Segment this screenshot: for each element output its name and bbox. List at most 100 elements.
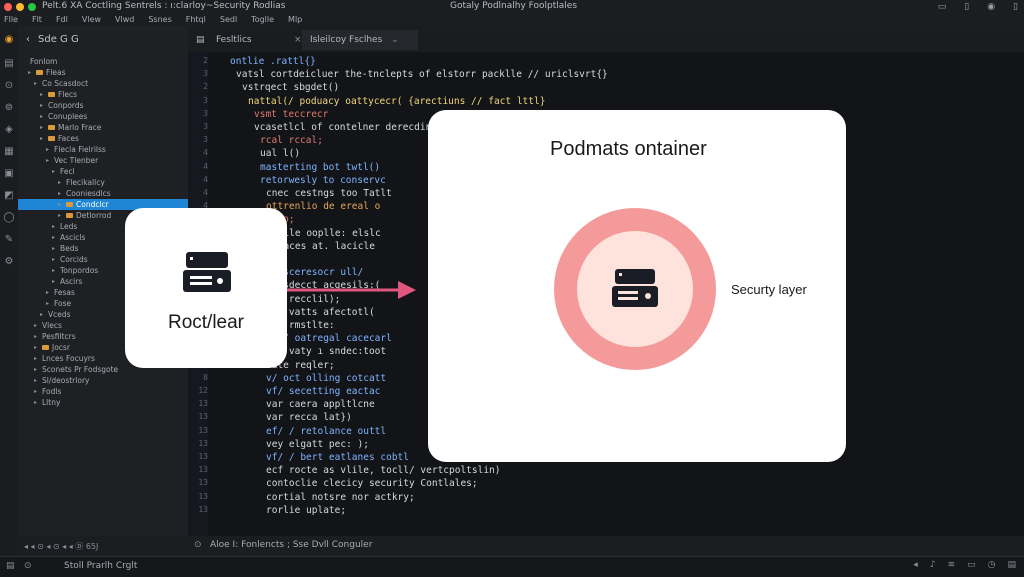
- chevron-right-icon[interactable]: ▸: [58, 188, 61, 199]
- menu-item[interactable]: Flt: [32, 14, 42, 26]
- code-line[interactable]: vstrqect sbgdet(): [242, 82, 339, 93]
- chevron-right-icon[interactable]: ▸: [40, 133, 43, 144]
- tree-item[interactable]: ▸ Co Scasdoct: [18, 78, 188, 89]
- menu-item[interactable]: Vlwd: [115, 14, 134, 26]
- tree-item[interactable]: ▸ Conuplees: [18, 111, 188, 122]
- chevron-right-icon[interactable]: ▸: [52, 254, 55, 265]
- code-line[interactable]: ontlie .rattl{}: [230, 56, 316, 67]
- chevron-right-icon[interactable]: ▸: [52, 265, 55, 276]
- code-line[interactable]: ef/ / retolance outtl: [266, 426, 386, 437]
- chevron-right-icon[interactable]: ▸: [52, 221, 55, 232]
- sync-icon[interactable]: ⊙: [24, 561, 32, 571]
- chevron-right-icon[interactable]: ▸: [34, 320, 37, 331]
- tree-item[interactable]: Fonlom: [18, 56, 188, 67]
- chevron-right-icon[interactable]: ▸: [46, 144, 49, 155]
- battery-icon[interactable]: ▭: [967, 560, 976, 570]
- menu-item[interactable]: Vlew: [82, 14, 101, 26]
- code-line[interactable]: ual l(): [260, 148, 300, 159]
- tree-item[interactable]: ▸ Fecl: [18, 166, 188, 177]
- status-icon[interactable]: ⊙: [194, 540, 202, 550]
- logo-icon[interactable]: ◉: [3, 34, 15, 46]
- chevron-right-icon[interactable]: ▸: [40, 89, 43, 100]
- code-line[interactable]: cnec cestngs too Tatlt: [266, 188, 392, 199]
- code-line[interactable]: retorwesly to conservc: [260, 175, 386, 186]
- code-line[interactable]: cortial notsre nor actkry;: [266, 492, 415, 503]
- code-line[interactable]: ealle ooplle: elslc: [272, 228, 381, 239]
- code-line[interactable]: masterting bot twtl(): [260, 162, 380, 173]
- tree-item[interactable]: ▸ Marlo Frace: [18, 122, 188, 133]
- menu-item[interactable]: Fdl: [56, 14, 68, 26]
- tree-item[interactable]: ▸ Faces: [18, 133, 188, 144]
- chevron-right-icon[interactable]: ▸: [34, 342, 37, 353]
- chevron-right-icon[interactable]: ▸: [34, 397, 37, 408]
- tab-close-icon[interactable]: ×: [286, 30, 302, 50]
- tree-item[interactable]: ▸ Fodls: [18, 386, 188, 397]
- menu-item[interactable]: Toglle: [251, 14, 274, 26]
- menu-item[interactable]: Fhtql: [186, 14, 206, 26]
- tree-item[interactable]: ▸ Flecla Fielrilss: [18, 144, 188, 155]
- chevron-right-icon[interactable]: ▸: [52, 166, 55, 177]
- maximize-window-button[interactable]: [28, 3, 36, 11]
- code-line[interactable]: var recca lat}): [266, 412, 352, 423]
- code-line[interactable]: var caera appltlcne: [266, 399, 375, 410]
- code-line[interactable]: vey elgatt pec: );: [266, 439, 369, 450]
- chevron-right-icon[interactable]: ▸: [34, 375, 37, 386]
- chevron-right-icon[interactable]: ▸: [52, 276, 55, 287]
- layout-icon[interactable]: ▯: [1013, 2, 1018, 12]
- database-icon[interactable]: ◩: [3, 190, 15, 202]
- chevron-right-icon[interactable]: ▸: [40, 122, 43, 133]
- chevron-right-icon[interactable]: ▸: [34, 331, 37, 342]
- tree-item[interactable]: ▸ Vec Tlenber: [18, 155, 188, 166]
- chevron-right-icon[interactable]: ▸: [28, 67, 31, 78]
- chevron-right-icon[interactable]: ▸: [46, 155, 49, 166]
- code-line[interactable]: rorlie uplate;: [266, 505, 346, 516]
- panel-icon[interactable]: ▤: [6, 561, 15, 571]
- tree-item[interactable]: ▸ Fleas: [18, 67, 188, 78]
- tree-item[interactable]: ▸ Conpords: [18, 100, 188, 111]
- chevron-right-icon[interactable]: ▸: [40, 309, 43, 320]
- chevron-right-icon[interactable]: ▸: [34, 353, 37, 364]
- code-line[interactable]: contoclie clecicy security Contlales;: [266, 478, 478, 489]
- chevron-right-icon[interactable]: ▸: [34, 386, 37, 397]
- chevron-right-icon[interactable]: ▸: [34, 78, 37, 89]
- chevron-right-icon[interactable]: ▸: [40, 100, 43, 111]
- chevron-right-icon[interactable]: ▸: [46, 287, 49, 298]
- wifi-icon[interactable]: ≋: [948, 560, 956, 570]
- chevron-right-icon[interactable]: ▸: [40, 111, 43, 122]
- chevron-right-icon[interactable]: ▸: [46, 298, 49, 309]
- minimize-window-button[interactable]: [16, 3, 24, 11]
- chevron-right-icon[interactable]: ▸: [58, 199, 61, 210]
- chevron-right-icon[interactable]: ▸: [58, 177, 61, 188]
- menu-item[interactable]: Sedl: [220, 14, 237, 26]
- chevron-right-icon[interactable]: ▸: [34, 364, 37, 375]
- code-line[interactable]: ecf rocte as vlile, tocll/ vertcpoltslin…: [266, 465, 501, 476]
- tree-item[interactable]: ▸ Flecikallcy: [18, 177, 188, 188]
- chevron-right-icon[interactable]: ▸: [52, 243, 55, 254]
- tab-bar-menu-icon[interactable]: ▤: [188, 30, 208, 50]
- notifications-icon[interactable]: ▤: [1007, 560, 1016, 570]
- location-icon[interactable]: ◂: [913, 560, 918, 570]
- tab-isleilcoy-fsclhes[interactable]: Isleilcoy Fsclhes ⌄: [302, 30, 418, 50]
- code-line[interactable]: vf/ / bert eatlanes cobtl: [266, 452, 409, 463]
- tree-item[interactable]: ▸ Lltny: [18, 397, 188, 408]
- tree-item[interactable]: ▸ Sl/deostrlory: [18, 375, 188, 386]
- tree-item[interactable]: ▸ Cooniesdlcs: [18, 188, 188, 199]
- code-line[interactable]: ottrenlio de ereal o: [266, 201, 380, 212]
- menu-item[interactable]: Ssnes: [148, 14, 171, 26]
- settings-icon[interactable]: ⚙: [3, 256, 15, 268]
- bell-icon[interactable]: ▯: [964, 2, 969, 12]
- chevron-right-icon[interactable]: ▸: [58, 210, 61, 221]
- code-line[interactable]: vf/ secetting eactac: [266, 386, 380, 397]
- debug-icon[interactable]: ◈: [3, 124, 15, 136]
- back-icon[interactable]: ‹: [26, 34, 30, 45]
- code-line[interactable]: vcasetlcl of contelner derecdins: [254, 122, 437, 133]
- close-window-button[interactable]: [4, 3, 12, 11]
- split-icon[interactable]: ▭: [938, 2, 947, 12]
- code-line[interactable]: nattal(/ poduacy oattycecr( {arectiuns /…: [248, 96, 545, 107]
- search-icon[interactable]: ⊙: [3, 80, 15, 92]
- code-line[interactable]: opaces at. lacicle: [272, 241, 375, 252]
- code-line[interactable]: v/ oct olling cotcatt: [266, 373, 386, 384]
- code-line[interactable]: vatsl cortdeicluer the-tnclepts of elsto…: [236, 69, 608, 80]
- extensions-icon[interactable]: ▦: [3, 146, 15, 158]
- sidebar-footer-icons[interactable]: ◂ ◂ ⊙ ◂ ⊙ ◂ ◂ Ⓓ 65J: [24, 541, 98, 552]
